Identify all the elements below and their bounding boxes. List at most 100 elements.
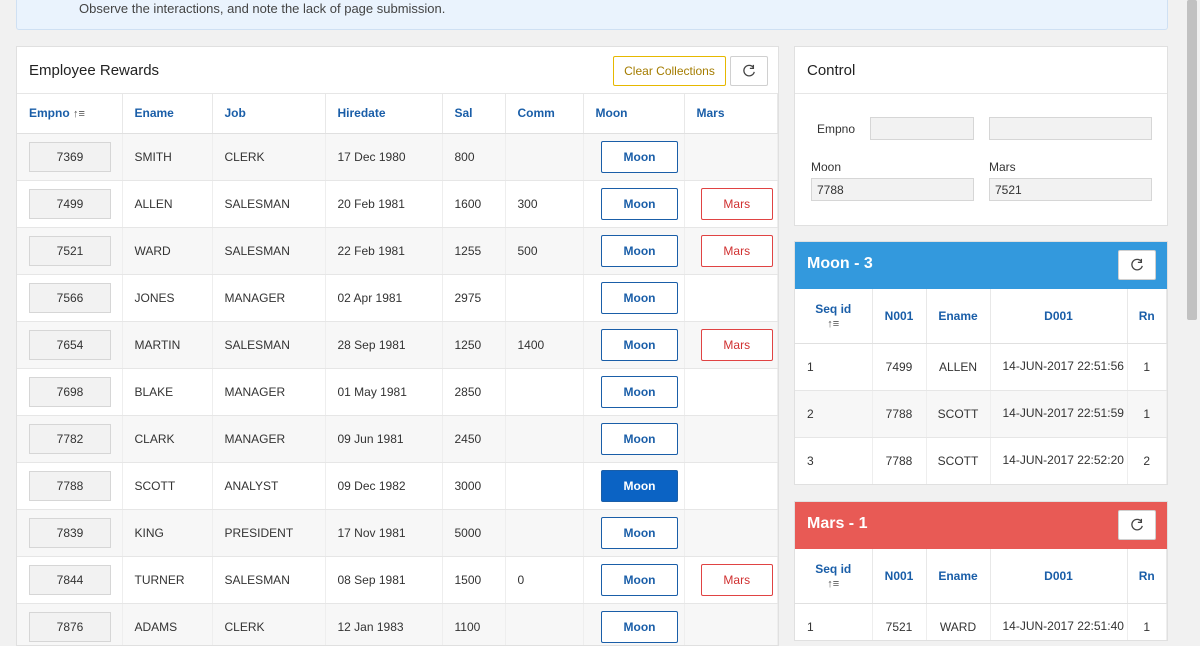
table-row: 7369 SMITH CLERK 17 Dec 1980 800 Moon	[17, 133, 778, 181]
moon-button[interactable]: Moon	[601, 140, 678, 173]
mars-cell: Mars	[684, 556, 778, 604]
mars-collection-title: Mars - 1	[807, 515, 868, 532]
d001-cell: 14-JUN-2017 22:51:59	[990, 390, 1128, 438]
empno-value[interactable]: 7782	[29, 423, 111, 454]
mars-field[interactable]: 7521	[989, 178, 1152, 201]
mars-button[interactable]: Mars	[700, 563, 773, 596]
employee-rewards-region: Employee Rewards Clear Collections Empno…	[16, 46, 779, 646]
moon-button[interactable]: Moon	[601, 563, 678, 596]
ename-cell: CLARK	[122, 415, 213, 463]
col-empno[interactable]: Empno ↑≡	[17, 94, 123, 134]
moon-refresh-button[interactable]	[1118, 250, 1156, 280]
empno-cell: 7844	[17, 556, 123, 604]
col-rn[interactable]: Rn	[1127, 549, 1167, 604]
empno-value[interactable]: 7844	[29, 564, 111, 595]
table-row: 7566 JONES MANAGER 02 Apr 1981 2975 Moon	[17, 274, 778, 322]
moon-button[interactable]: Moon	[601, 375, 678, 408]
moon-button[interactable]: Moon	[601, 187, 678, 220]
rewards-header: Employee Rewards Clear Collections	[17, 47, 778, 94]
ename-cell: ALLEN	[926, 343, 991, 391]
col-seq-id[interactable]: Seq id ↑≡	[795, 549, 873, 604]
hiredate-cell: 17 Dec 1980	[325, 133, 443, 181]
empno-cell: 7839	[17, 509, 123, 557]
sal-cell: 1250	[442, 321, 506, 369]
clear-collections-button[interactable]: Clear Collections	[613, 56, 726, 86]
ename-cell: TURNER	[122, 556, 213, 604]
empno-value[interactable]: 7698	[29, 376, 111, 407]
moon-button[interactable]: Moon	[601, 234, 678, 267]
table-row: 7654 MARTIN SALESMAN 28 Sep 1981 1250 1400 Moo…	[17, 321, 778, 369]
col-moon[interactable]: Moon	[583, 94, 685, 134]
empno-value[interactable]: 7839	[29, 517, 111, 548]
col-n001[interactable]: N001	[872, 549, 927, 604]
empno-cell: 7876	[17, 603, 123, 645]
empno-value[interactable]: 7369	[29, 141, 111, 172]
col-d001[interactable]: D001	[990, 289, 1128, 344]
empno-value[interactable]: 7788	[29, 470, 111, 501]
col-ename[interactable]: Ename	[926, 289, 991, 344]
col-n001[interactable]: N001	[872, 289, 927, 344]
col-d001[interactable]: D001	[990, 549, 1128, 604]
table-row: 2 7788 SCOTT 14-JUN-2017 22:51:59 1	[795, 390, 1167, 438]
mars-button[interactable]: Mars	[700, 187, 773, 220]
ename-cell: KING	[122, 509, 213, 557]
col-hiredate[interactable]: Hiredate	[325, 94, 443, 134]
seq-cell: 3	[795, 437, 873, 484]
moon-collection-region: Moon - 3 Seq id ↑≡ N001 Ename D001 Rn 1 74…	[794, 241, 1168, 485]
moon-button[interactable]: Moon	[601, 610, 678, 643]
job-cell: MANAGER	[212, 274, 326, 322]
ename-cell: MARTIN	[122, 321, 213, 369]
mars-cell	[684, 415, 778, 463]
empno-value[interactable]: 7654	[29, 329, 111, 360]
empno-field[interactable]	[870, 117, 974, 140]
mars-button[interactable]: Mars	[700, 234, 773, 267]
job-cell: SALESMAN	[212, 180, 326, 228]
rewards-table: Empno ↑≡ Ename Job Hiredate Sal Comm Moo…	[17, 94, 778, 645]
moon-button[interactable]: Moon	[601, 328, 678, 361]
empno-cell: 7782	[17, 415, 123, 463]
d001-cell: 14-JUN-2017 22:52:20	[990, 437, 1128, 484]
moon-button[interactable]: Moon	[601, 281, 678, 314]
moon-button[interactable]: Moon	[601, 516, 678, 549]
table-row: 7499 ALLEN SALESMAN 20 Feb 1981 1600 300 Moon M…	[17, 180, 778, 228]
col-comm[interactable]: Comm	[505, 94, 584, 134]
mars-cell	[684, 274, 778, 322]
empno-value[interactable]: 7876	[29, 611, 111, 642]
page-scrollbar[interactable]	[1186, 0, 1198, 630]
sal-cell: 2850	[442, 368, 506, 416]
empno-value[interactable]: 7521	[29, 235, 111, 266]
col-mars[interactable]: Mars	[684, 94, 778, 134]
table-row: 7844 TURNER SALESMAN 08 Sep 1981 1500 0 Moon Ma…	[17, 556, 778, 604]
rewards-refresh-button[interactable]	[730, 56, 768, 86]
job-cell: CLERK	[212, 603, 326, 645]
moon-button[interactable]: Moon	[601, 469, 678, 502]
col-ename[interactable]: Ename	[122, 94, 213, 134]
col-seq-id[interactable]: Seq id ↑≡	[795, 289, 873, 344]
empno-cell: 7369	[17, 133, 123, 181]
col-sal[interactable]: Sal	[442, 94, 506, 134]
hiredate-cell: 17 Nov 1981	[325, 509, 443, 557]
table-row: 7876 ADAMS CLERK 12 Jan 1983 1100 Moon	[17, 603, 778, 645]
col-job[interactable]: Job	[212, 94, 326, 134]
moon-button[interactable]: Moon	[601, 422, 678, 455]
mars-refresh-button[interactable]	[1118, 510, 1156, 540]
empno-display-field[interactable]	[989, 117, 1152, 140]
mars-cell	[684, 133, 778, 181]
col-ename[interactable]: Ename	[926, 549, 991, 604]
refresh-icon	[1131, 258, 1143, 271]
mars-cell	[684, 462, 778, 510]
job-cell: ANALYST	[212, 462, 326, 510]
job-cell: CLERK	[212, 133, 326, 181]
scrollbar-thumb[interactable]	[1187, 0, 1197, 320]
comm-cell: 500	[505, 227, 584, 275]
sal-cell: 1500	[442, 556, 506, 604]
moon-field[interactable]: 7788	[811, 178, 974, 201]
empno-value[interactable]: 7566	[29, 282, 111, 313]
moon-cell: Moon	[583, 321, 685, 369]
sort-asc-icon: ↑≡	[827, 577, 840, 590]
mars-cell: Mars	[684, 180, 778, 228]
col-rn[interactable]: Rn	[1127, 289, 1167, 344]
mars-button[interactable]: Mars	[700, 328, 773, 361]
empno-value[interactable]: 7499	[29, 188, 111, 219]
job-cell: PRESIDENT	[212, 509, 326, 557]
